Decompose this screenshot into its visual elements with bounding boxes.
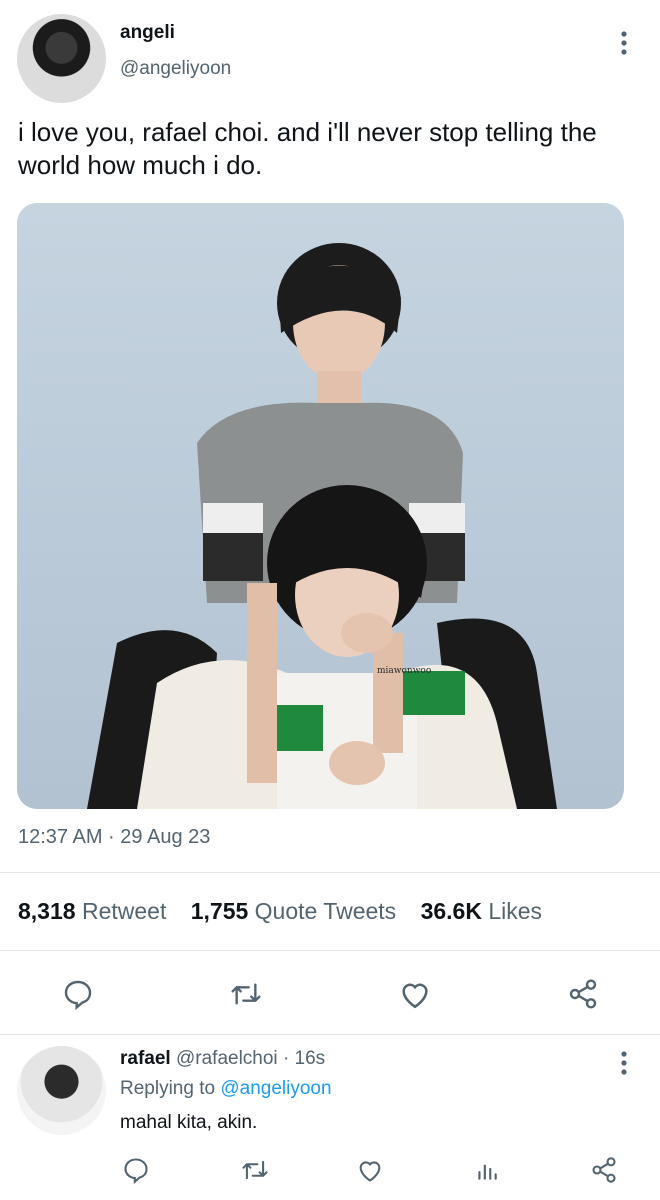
- photo-watermark: miawonwoo: [377, 666, 431, 676]
- reply-author-name[interactable]: rafael: [120, 1048, 171, 1069]
- reply-time: · 16s: [282, 1048, 326, 1069]
- retweet-icon[interactable]: [240, 1156, 270, 1184]
- analytics-icon[interactable]: [474, 1156, 500, 1184]
- retweet-icon[interactable]: [228, 978, 264, 1010]
- likes-label[interactable]: Likes: [488, 898, 542, 924]
- tweet-stats: 8,318 Retweet 1,755 Quote Tweets 36.6K L…: [18, 898, 560, 925]
- share-icon[interactable]: [590, 1156, 618, 1184]
- tweet-photo[interactable]: miawonwoo: [17, 203, 624, 809]
- tweet-text: i love you, rafael choi. and i'll never …: [18, 117, 597, 180]
- more-vertical-icon[interactable]: [612, 1050, 636, 1076]
- replying-to-link[interactable]: @angeliyoon: [220, 1078, 331, 1099]
- share-icon[interactable]: [566, 978, 600, 1010]
- divider: [0, 1034, 660, 1035]
- retweets-label[interactable]: Retweet: [82, 898, 166, 924]
- reply-author-avatar[interactable]: [17, 1046, 106, 1135]
- divider: [0, 872, 660, 873]
- author-name[interactable]: angeli: [120, 22, 175, 44]
- quotes-count[interactable]: 1,755: [191, 898, 249, 924]
- author-avatar[interactable]: [17, 14, 106, 103]
- reply-icon[interactable]: [62, 978, 94, 1010]
- quotes-label[interactable]: Quote Tweets: [255, 898, 397, 924]
- retweets-count[interactable]: 8,318: [18, 898, 76, 924]
- like-icon[interactable]: [356, 1156, 384, 1184]
- author-handle[interactable]: @angeliyoon: [120, 58, 231, 80]
- reply-icon[interactable]: [122, 1156, 150, 1184]
- reply-header: rafael @rafaelchoi · 16s: [120, 1048, 325, 1070]
- divider: [0, 950, 660, 951]
- reply-author-handle[interactable]: @rafaelchoi: [176, 1048, 278, 1069]
- like-icon[interactable]: [398, 978, 432, 1010]
- likes-count[interactable]: 36.6K: [421, 898, 482, 924]
- reply-text: mahal kita, akin.: [120, 1112, 258, 1133]
- tweet-timestamp: 12:37 AM · 29 Aug 23: [18, 826, 211, 848]
- replying-prefix: Replying to: [120, 1078, 216, 1099]
- more-vertical-icon[interactable]: [612, 30, 636, 56]
- replying-to: Replying to @angeliyoon: [120, 1078, 332, 1100]
